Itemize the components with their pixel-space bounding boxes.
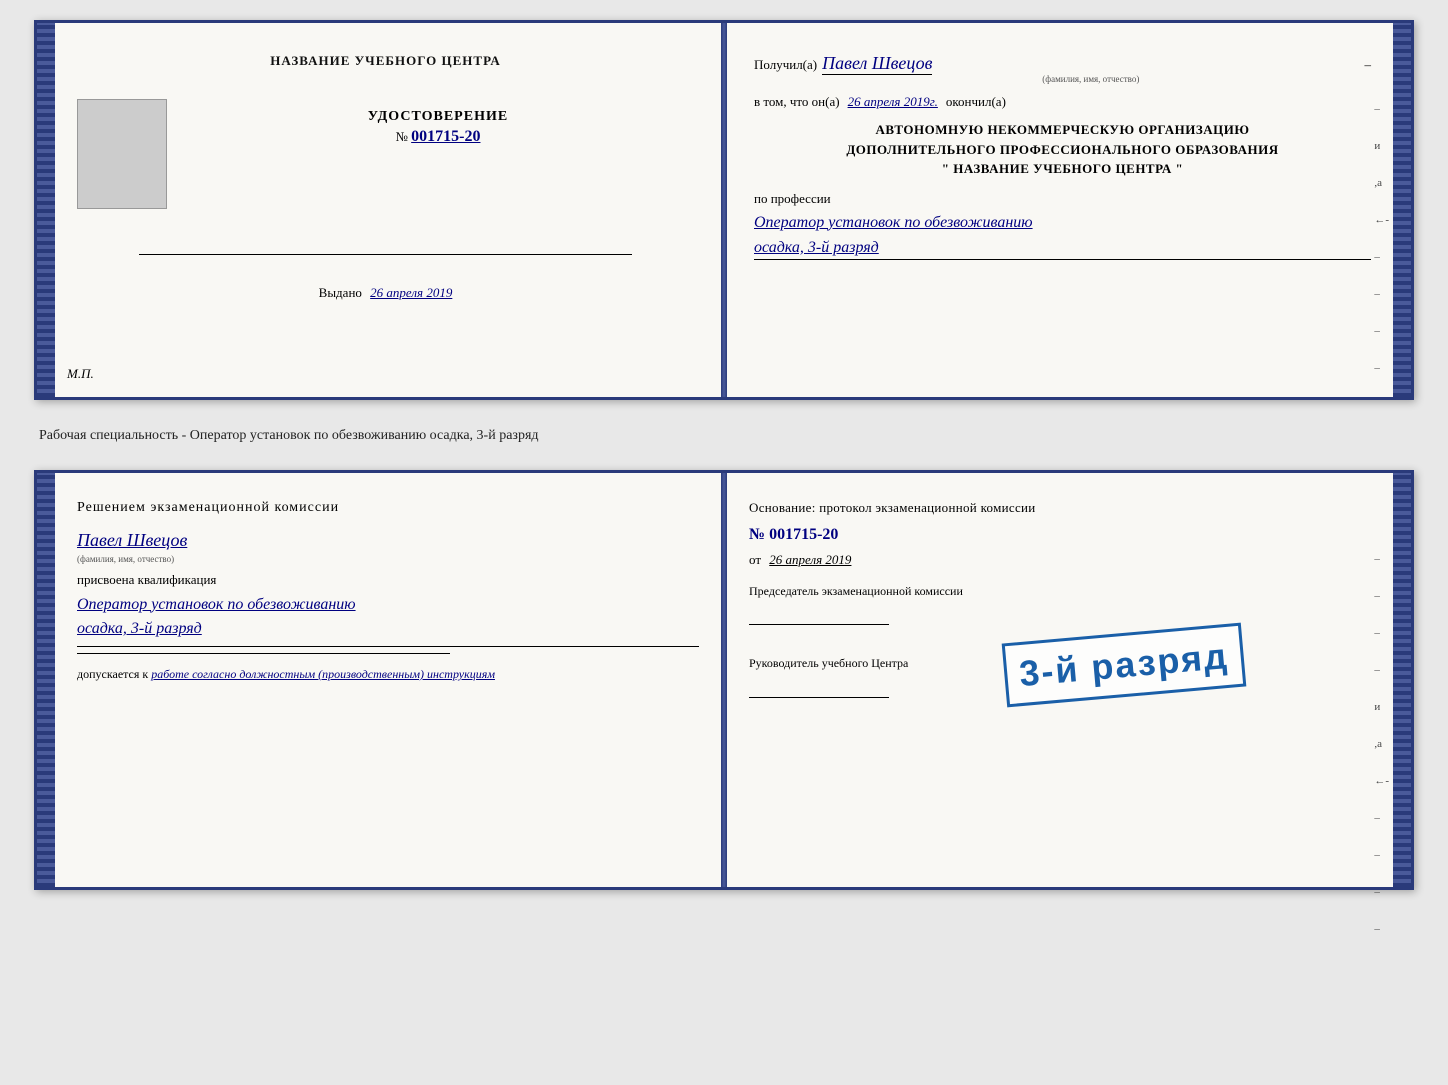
razryad-text: осадка, 3-й разряд [754,239,1371,260]
okonchil-label: окончил(а) [946,94,1006,110]
qual-razryad: осадка, 3-й разряд [77,620,699,638]
qual-fio-label: (фамилия, имя, отчество) [77,554,699,564]
certificate-book-2: Решением экзаменационной комиссии Павел … [34,470,1414,890]
udostoverenie-label: УДОСТОВЕРЕНИЕ [182,109,694,125]
name-wrapper: Павел Швецов (фамилия, имя, отчество) [822,53,1359,84]
right-marks-2: – – – – и ,а ←- – – – – [1374,553,1389,935]
photo-placeholder [77,99,167,209]
protocol-number: № 001715-20 [749,526,1371,544]
qual-profession: Оператор установок по обезвоживанию [77,594,699,616]
protocol-num: 001715-20 [769,526,838,543]
ot-date: 26 апреля 2019 [769,552,851,567]
right-spine [1393,23,1411,397]
profession-text: Оператор установок по обезвоживанию [754,212,1371,234]
vtom-label: в том, что он(а) [754,94,840,110]
vydano-date: 26 апреля 2019 [370,285,452,300]
rukovoditel-sign-line [749,697,889,698]
mp-label: М.П. [67,366,94,382]
separator-text: Рабочая специальность - Оператор установ… [34,428,1414,444]
predsedatel-block: Председатель экзаменационной комиссии [749,583,1371,626]
recipient-name: Павел Швецов [822,53,932,75]
resheniem-title: Решением экзаменационной комиссии [77,498,699,518]
qual-left-page: Решением экзаменационной комиссии Павел … [37,473,724,887]
udostoverenie-block: УДОСТОВЕРЕНИЕ № 001715-20 [182,99,694,146]
vydano-label: Выдано [319,285,362,300]
dash: – [1365,57,1372,73]
poluchil-line: Получил(а) Павел Швецов (фамилия, имя, о… [754,53,1371,84]
photo-row: УДОСТОВЕРЕНИЕ № 001715-20 [77,99,694,229]
protocol-prefix: № [749,526,765,543]
osnovaniye-block: Основание: протокол экзаменационной коми… [749,498,1371,518]
org-block: АВТОНОМНУЮ НЕКОММЕРЧЕСКУЮ ОРГАНИЗАЦИЮ ДО… [754,120,1371,179]
dopuskaetsya-label: допускается к [77,667,148,681]
cert-left-page: НАЗВАНИЕ УЧЕБНОГО ЦЕНТРА УДОСТОВЕРЕНИЕ №… [37,23,724,397]
predsedatel-label: Председатель экзаменационной комиссии [749,583,1371,600]
qual-right-page: Основание: протокол экзаменационной коми… [724,473,1411,887]
prisvoeena-label: присвоена квалификация [77,572,699,588]
ot-label: от [749,552,761,567]
left-org-title: НАЗВАНИЕ УЧЕБНОГО ЦЕНТРА [270,53,501,69]
predsedatel-sign-line [749,624,889,625]
right-spine-2 [1393,473,1411,887]
document-container: НАЗВАНИЕ УЧЕБНОГО ЦЕНТРА УДОСТОВЕРЕНИЕ №… [34,20,1414,890]
stamp-text: 3-й разряд [1018,635,1231,695]
dopuskaetsya-line: допускается к работе согласно должностны… [77,666,699,683]
org-quote: " НАЗВАНИЕ УЧЕБНОГО ЦЕНТРА " [754,159,1371,179]
vtom-date: 26 апреля 2019г. [848,94,938,110]
vydano-line: Выдано 26 апреля 2019 [319,285,453,301]
ot-date-line: от 26 апреля 2019 [749,552,1371,568]
cert-number: 001715-20 [411,128,480,145]
org-line2: ДОПОЛНИТЕЛЬНОГО ПРОФЕССИОНАЛЬНОГО ОБРАЗО… [754,140,1371,160]
poluchil-label: Получил(а) [754,57,817,73]
number-line: № 001715-20 [182,128,694,146]
certificate-book-1: НАЗВАНИЕ УЧЕБНОГО ЦЕНТРА УДОСТОВЕРЕНИЕ №… [34,20,1414,400]
fio-label: (фамилия, имя, отчество) [822,74,1359,84]
dopuskaetsya-value: работе согласно должностным (производств… [151,667,495,681]
person-name-qual: Павел Швецов [77,530,699,551]
org-line1: АВТОНОМНУЮ НЕКОММЕРЧЕСКУЮ ОРГАНИЗАЦИЮ [754,120,1371,140]
cert-right-page: Получил(а) Павел Швецов (фамилия, имя, о… [724,23,1411,397]
right-marks: – и ,а ←- – – – – [1374,103,1389,374]
vtom-line: в том, что он(а) 26 апреля 2019г. окончи… [754,94,1371,110]
po-professii-label: по профессии [754,191,1371,207]
number-prefix: № [396,129,408,144]
